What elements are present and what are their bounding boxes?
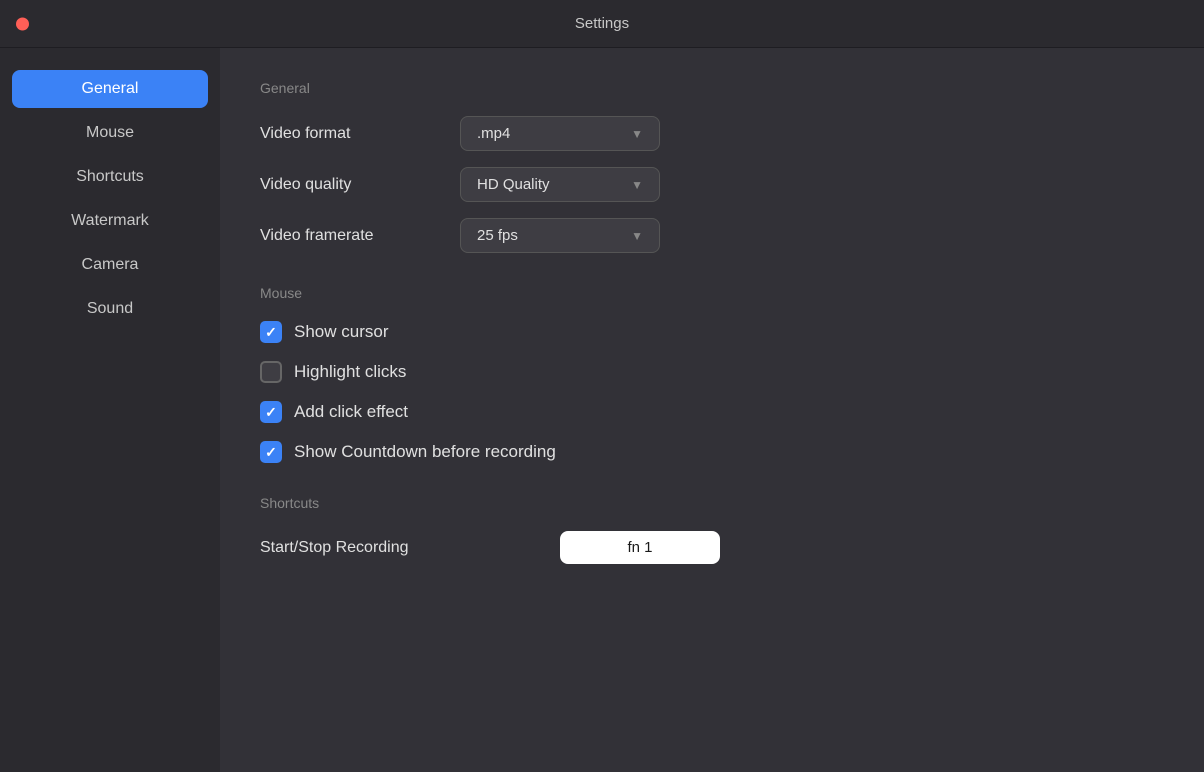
highlight-clicks-checkbox[interactable] [260, 361, 282, 383]
start-stop-row: Start/Stop Recording fn 1 [260, 531, 1164, 564]
general-settings-group: General Video format .mp4 ▼ Video qualit… [260, 80, 1164, 253]
shortcuts-settings-group: Shortcuts Start/Stop Recording fn 1 [260, 495, 1164, 564]
shortcuts-section-title: Shortcuts [260, 495, 1164, 511]
video-format-row: Video format .mp4 ▼ [260, 116, 1164, 151]
video-framerate-value: 25 fps [477, 227, 518, 244]
general-section-title: General [260, 80, 1164, 96]
video-framerate-label: Video framerate [260, 227, 460, 245]
checkmark-icon: ✓ [265, 445, 277, 459]
show-countdown-row: ✓ Show Countdown before recording [260, 441, 1164, 463]
checkmark-icon: ✓ [265, 405, 277, 419]
video-quality-arrow-icon: ▼ [631, 178, 643, 192]
sidebar-item-sound[interactable]: Sound [12, 290, 208, 328]
sidebar-item-camera[interactable]: Camera [12, 246, 208, 284]
show-countdown-checkbox[interactable]: ✓ [260, 441, 282, 463]
main-layout: General Mouse Shortcuts Watermark Camera… [0, 48, 1204, 772]
show-cursor-label: Show cursor [294, 322, 388, 342]
video-format-value: .mp4 [477, 125, 510, 142]
titlebar: Settings [0, 0, 1204, 48]
video-framerate-arrow-icon: ▼ [631, 229, 643, 243]
video-quality-dropdown[interactable]: HD Quality ▼ [460, 167, 660, 202]
highlight-clicks-label: Highlight clicks [294, 362, 406, 382]
start-stop-label: Start/Stop Recording [260, 539, 560, 557]
add-click-effect-row: ✓ Add click effect [260, 401, 1164, 423]
mouse-section-title: Mouse [260, 285, 1164, 301]
checkmark-icon: ✓ [265, 325, 277, 339]
highlight-clicks-row: Highlight clicks [260, 361, 1164, 383]
show-countdown-label: Show Countdown before recording [294, 442, 556, 462]
sidebar-item-mouse[interactable]: Mouse [12, 114, 208, 152]
mouse-settings-group: Mouse ✓ Show cursor Highlight clicks ✓ A… [260, 285, 1164, 463]
sidebar: General Mouse Shortcuts Watermark Camera… [0, 48, 220, 772]
sidebar-item-watermark[interactable]: Watermark [12, 202, 208, 240]
video-framerate-dropdown[interactable]: 25 fps ▼ [460, 218, 660, 253]
show-cursor-checkbox[interactable]: ✓ [260, 321, 282, 343]
video-format-dropdown[interactable]: .mp4 ▼ [460, 116, 660, 151]
sidebar-item-shortcuts[interactable]: Shortcuts [12, 158, 208, 196]
traffic-lights [16, 17, 29, 30]
sidebar-item-general[interactable]: General [12, 70, 208, 108]
show-cursor-row: ✓ Show cursor [260, 321, 1164, 343]
start-stop-key[interactable]: fn 1 [560, 531, 720, 564]
video-framerate-row: Video framerate 25 fps ▼ [260, 218, 1164, 253]
window-title: Settings [575, 15, 629, 32]
content-area: General Video format .mp4 ▼ Video qualit… [220, 48, 1204, 772]
video-quality-label: Video quality [260, 176, 460, 194]
add-click-effect-checkbox[interactable]: ✓ [260, 401, 282, 423]
close-button[interactable] [16, 17, 29, 30]
add-click-effect-label: Add click effect [294, 402, 408, 422]
video-quality-value: HD Quality [477, 176, 550, 193]
video-format-label: Video format [260, 125, 460, 143]
video-format-arrow-icon: ▼ [631, 127, 643, 141]
video-quality-row: Video quality HD Quality ▼ [260, 167, 1164, 202]
